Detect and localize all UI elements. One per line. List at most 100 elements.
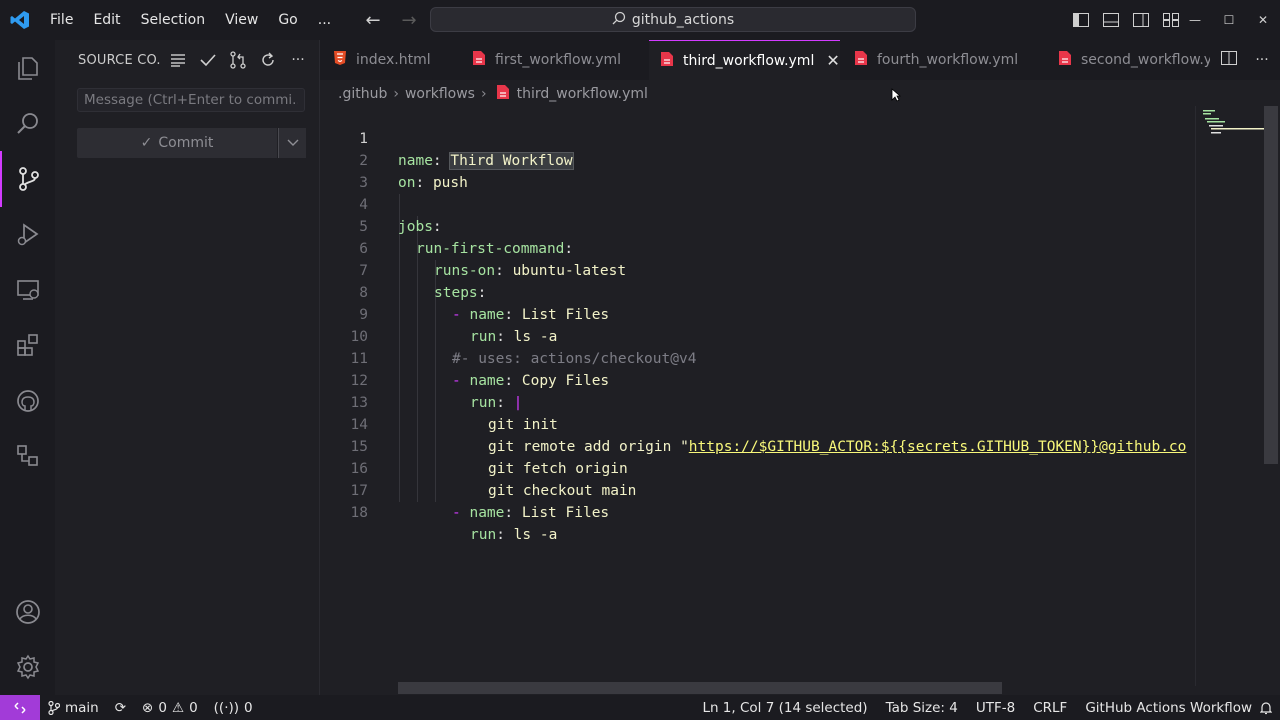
- menu-more[interactable]: ...: [308, 0, 341, 40]
- minimap-preview: [1203, 110, 1271, 134]
- extensions-icon[interactable]: [0, 317, 55, 373]
- code-line: 17 - name: List Files: [320, 458, 1195, 521]
- more-actions-icon[interactable]: ···: [288, 50, 308, 70]
- branch-status[interactable]: main: [40, 700, 107, 716]
- toggle-primary-sidebar-icon[interactable]: [1070, 9, 1092, 31]
- accounts-icon[interactable]: [0, 584, 55, 640]
- branch-icon: [48, 700, 60, 715]
- tab-index-html[interactable]: index.html: [334, 40, 431, 80]
- horizontal-scrollbar[interactable]: [398, 682, 1002, 694]
- close-window-icon[interactable]: ✕: [1246, 0, 1280, 40]
- commit-check-icon[interactable]: [198, 50, 218, 70]
- yml-file-icon: [496, 85, 509, 103]
- search-icon: [612, 11, 626, 29]
- github-icon[interactable]: [0, 373, 55, 429]
- breadcrumb-file[interactable]: third_workflow.yml: [517, 86, 648, 102]
- ports-status[interactable]: ((·)) 0: [206, 700, 261, 716]
- encoding[interactable]: UTF-8: [967, 700, 1024, 716]
- line-number: 18: [350, 505, 368, 521]
- yaml-dash: -: [452, 505, 470, 521]
- yaml-punct: :: [496, 527, 514, 543]
- warning-count: 0: [189, 699, 198, 716]
- code-line: 13 git init: [320, 370, 1195, 433]
- yaml-value: ls -a: [513, 527, 558, 543]
- code-line: 3: [320, 150, 1195, 191]
- editor-more-actions-icon[interactable]: ···: [1255, 52, 1268, 68]
- yaml-key: run: [470, 527, 497, 543]
- code-line: 18 run: ls -a: [320, 480, 1195, 543]
- broadcast-icon: ((·)): [213, 699, 240, 716]
- tab-fourth-workflow[interactable]: fourth_workflow.yml: [855, 40, 1018, 80]
- yml-file-icon: [1059, 51, 1071, 69]
- error-count: 0: [158, 699, 167, 716]
- menu-view[interactable]: View: [215, 0, 268, 40]
- breadcrumb-github[interactable]: .github: [338, 86, 387, 102]
- sync-icon[interactable]: ⟳: [107, 700, 134, 716]
- back-arrow-icon[interactable]: ←: [360, 7, 386, 33]
- source-control-icon[interactable]: [0, 151, 55, 207]
- commit-button-label: Commit: [158, 135, 214, 151]
- tab-first-workflow[interactable]: first_workflow.yml: [473, 40, 621, 80]
- notifications-bell-icon[interactable]: [1258, 701, 1280, 715]
- remote-indicator-icon[interactable]: [0, 695, 40, 720]
- code-line: 2 on: push: [320, 128, 1195, 191]
- tab-second-workflow[interactable]: second_workflow.y: [1059, 40, 1212, 80]
- tab-label: fourth_workflow.yml: [877, 52, 1019, 68]
- yml-file-icon: [661, 51, 673, 70]
- split-editor-icon[interactable]: [1221, 51, 1238, 69]
- minimize-icon[interactable]: —: [1178, 0, 1212, 40]
- yaml-punct: :: [504, 505, 522, 521]
- html-file-icon: [334, 51, 346, 69]
- tab-label: index.html: [356, 52, 431, 68]
- problems-status[interactable]: ⊗ 0 ⚠ 0: [134, 700, 206, 716]
- breadcrumb: .github › workflows › third_workflow.yml: [338, 83, 648, 105]
- code-line: 9 run: ls -a: [320, 282, 1195, 345]
- refresh-icon[interactable]: [258, 50, 278, 70]
- commit-dropdown-button[interactable]: [278, 128, 306, 158]
- ports-count: 0: [244, 699, 253, 716]
- run-debug-icon[interactable]: [0, 206, 55, 262]
- warning-icon: ⚠: [171, 699, 185, 716]
- code-editor[interactable]: 1 name: Third Workflow 2 on: push 3 4 jo…: [320, 106, 1195, 686]
- yaml-key: name: [469, 505, 505, 521]
- code-line: 12 run: |: [320, 348, 1195, 411]
- commit-message-input[interactable]: [77, 88, 305, 112]
- remote-explorer-icon[interactable]: [0, 262, 55, 318]
- toggle-panel-icon[interactable]: [1100, 9, 1122, 31]
- code-line: 6 runs-on: ubuntu-latest: [320, 216, 1195, 279]
- commit-button[interactable]: ✓ Commit: [77, 128, 277, 158]
- line-endings[interactable]: CRLF: [1024, 700, 1076, 716]
- menu-selection[interactable]: Selection: [131, 0, 216, 40]
- tab-third-workflow[interactable]: third_workflow.yml ✕: [649, 40, 840, 80]
- create-pull-request-icon[interactable]: [228, 50, 248, 70]
- toggle-secondary-sidebar-icon[interactable]: [1130, 9, 1152, 31]
- status-bar: main ⟳ ⊗ 0 ⚠ 0 ((·)) 0 Ln 1, Col 7 (14 s…: [0, 695, 1280, 720]
- command-center-search[interactable]: github_actions: [430, 7, 916, 32]
- explorer-icon[interactable]: [0, 40, 55, 96]
- menu-edit[interactable]: Edit: [83, 0, 130, 40]
- settings-gear-icon[interactable]: [0, 639, 55, 695]
- search-view-icon[interactable]: [0, 96, 55, 152]
- sidebar-title: SOURCE CO...: [78, 52, 160, 68]
- cursor-position[interactable]: Ln 1, Col 7 (14 selected): [693, 700, 876, 716]
- close-icon[interactable]: ✕: [826, 51, 839, 70]
- chevron-down-icon: [287, 139, 298, 146]
- forward-arrow-icon[interactable]: →: [396, 7, 422, 33]
- code-line: 15 git fetch origin: [320, 414, 1195, 477]
- workflow-shapes-icon[interactable]: [0, 428, 55, 484]
- maximize-icon[interactable]: ☐: [1212, 0, 1246, 40]
- tab-size[interactable]: Tab Size: 4: [877, 700, 967, 716]
- view-as-list-icon[interactable]: [168, 50, 188, 70]
- check-icon: ✓: [140, 135, 153, 151]
- language-mode[interactable]: GitHub Actions Workflow: [1076, 700, 1258, 716]
- code-line: 10 #- uses: actions/checkout@v4: [320, 304, 1195, 367]
- breadcrumb-workflows[interactable]: workflows: [405, 86, 475, 102]
- menu-go[interactable]: Go: [268, 0, 307, 40]
- yml-file-icon: [855, 51, 867, 69]
- code-line: 1 name: Third Workflow: [320, 106, 1195, 170]
- vertical-scrollbar[interactable]: [1264, 106, 1278, 464]
- code-line: 16 git checkout main: [320, 436, 1195, 499]
- chevron-right-icon: ›: [480, 86, 487, 102]
- yaml-value: List Files: [521, 505, 610, 521]
- menu-file[interactable]: File: [40, 0, 83, 40]
